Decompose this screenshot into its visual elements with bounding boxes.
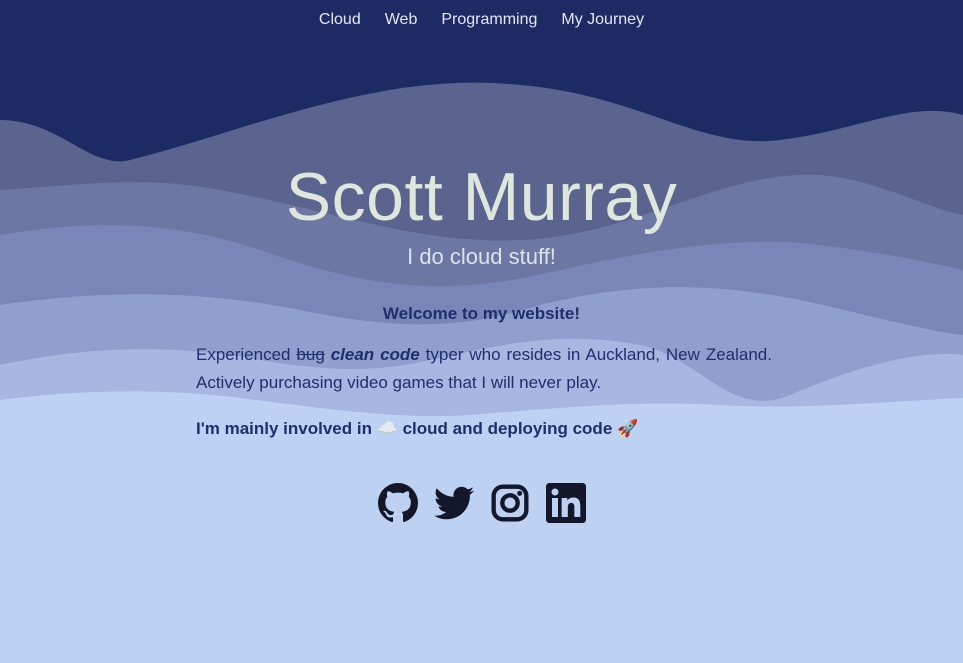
github-link[interactable] [377,482,418,524]
page-title: Scott Murray [285,159,678,235]
linkedin-link[interactable] [545,482,586,524]
twitter-icon [433,486,474,520]
intro-text-before: Experienced [196,345,291,364]
wave-background [0,0,963,663]
intro-strike-word: bug [296,345,325,364]
instagram-icon [491,484,529,522]
welcome-heading: Welcome to my website! [382,304,581,323]
nav-link-web[interactable]: Web [385,11,418,29]
involvement-text: I'm mainly involved in ☁️ cloud and depl… [196,419,639,438]
intro-paragraph: Experienced bug clean code typer who res… [196,341,772,397]
github-icon [377,483,418,523]
social-links [0,482,963,524]
linkedin-icon [545,483,586,523]
nav-link-programming[interactable]: Programming [441,11,537,29]
nav-link-cloud[interactable]: Cloud [319,11,361,29]
instagram-link[interactable] [490,482,530,524]
nav-link-my-journey[interactable]: My Journey [561,11,644,29]
top-navbar: Cloud Web Programming My Journey [0,0,963,40]
intro-emphasis: clean code [330,345,420,364]
twitter-link[interactable] [433,482,474,524]
page-subtitle: I do cloud stuff! [407,244,556,269]
